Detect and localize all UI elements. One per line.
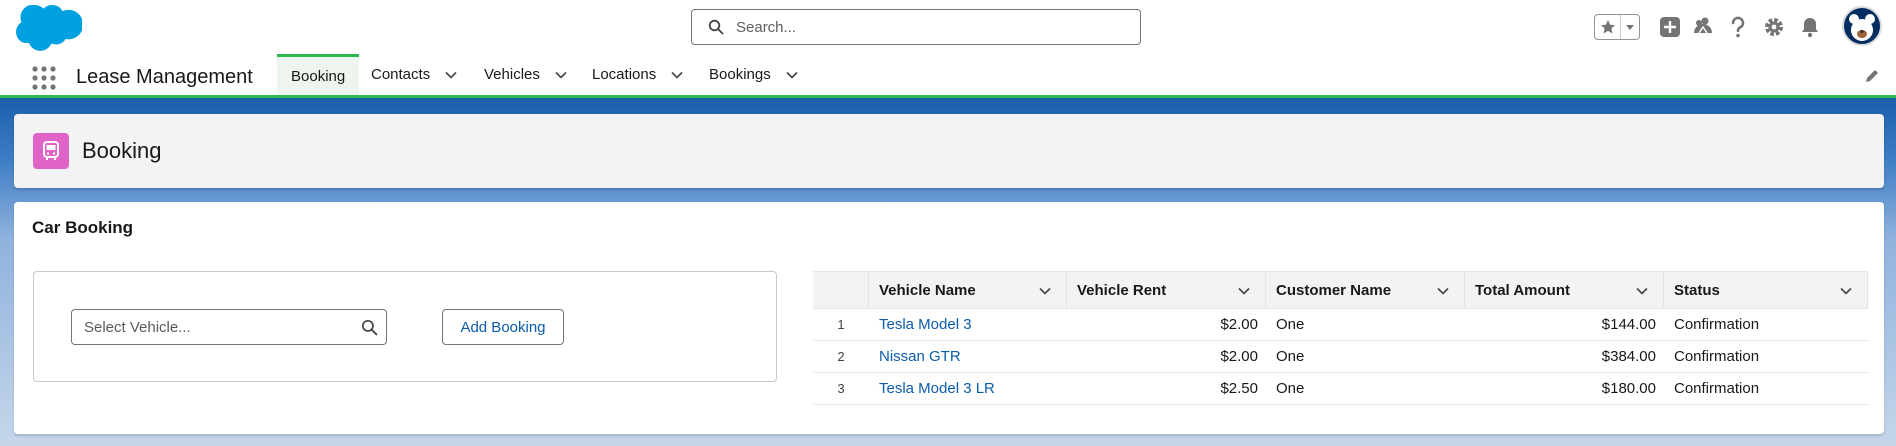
global-header: Search... bbox=[0, 0, 1896, 54]
vehicle-placeholder: Select Vehicle... bbox=[84, 318, 191, 336]
global-search[interactable]: Search... bbox=[691, 9, 1141, 45]
chevron-down-icon[interactable] bbox=[1839, 284, 1853, 298]
avatar[interactable] bbox=[1842, 6, 1882, 46]
tab-booking[interactable]: Booking bbox=[277, 54, 360, 95]
chevron-down-icon[interactable] bbox=[1038, 284, 1052, 298]
total-amount-cell: $180.00 bbox=[1601, 380, 1656, 397]
tab-bookings[interactable]: Bookings bbox=[709, 54, 799, 95]
column-vehicle-rent[interactable]: Vehicle Rent bbox=[1067, 272, 1266, 308]
row-number: 3 bbox=[837, 381, 845, 396]
tab-contacts[interactable]: Contacts bbox=[371, 54, 458, 95]
help-icon[interactable] bbox=[1726, 15, 1750, 39]
tab-vehicles[interactable]: Vehicles bbox=[484, 54, 568, 95]
favorites-button[interactable] bbox=[1594, 14, 1640, 40]
column-label: Customer Name bbox=[1276, 281, 1392, 299]
total-amount-cell: $384.00 bbox=[1601, 348, 1656, 365]
tab-label: Booking bbox=[291, 67, 346, 85]
card-title: Car Booking bbox=[32, 218, 134, 237]
total-amount-cell: $144.00 bbox=[1601, 316, 1656, 333]
column-status[interactable]: Status bbox=[1664, 272, 1868, 308]
vehicle-name-link[interactable]: Tesla Model 3 bbox=[879, 316, 972, 333]
status-cell: Confirmation bbox=[1674, 380, 1760, 397]
chevron-down-icon[interactable] bbox=[1621, 23, 1639, 31]
setup-gear-icon[interactable] bbox=[1762, 15, 1786, 39]
table-header: Vehicle Name Vehicle Rent Customer Name … bbox=[813, 271, 1868, 309]
page-title: Booking bbox=[82, 138, 162, 163]
chevron-down-icon[interactable] bbox=[554, 68, 568, 82]
column-label: Vehicle Rent bbox=[1077, 281, 1167, 299]
bus-icon bbox=[33, 133, 69, 169]
tab-label: Contacts bbox=[371, 66, 431, 83]
column-label: Status bbox=[1674, 281, 1720, 299]
column-label: Vehicle Name bbox=[879, 281, 976, 299]
customer-name-cell: One bbox=[1276, 316, 1305, 333]
column-customer-name[interactable]: Customer Name bbox=[1266, 272, 1465, 308]
select-vehicle-input[interactable]: Select Vehicle... bbox=[71, 309, 387, 345]
column-label: Total Amount bbox=[1475, 281, 1570, 299]
app-launcher-icon[interactable] bbox=[31, 65, 57, 91]
status-cell: Confirmation bbox=[1674, 316, 1760, 333]
chevron-down-icon[interactable] bbox=[444, 68, 458, 82]
car-booking-card: Car Booking Select Vehicle... Add Bookin… bbox=[14, 202, 1884, 434]
page-header: Booking bbox=[14, 114, 1884, 188]
row-number: 1 bbox=[837, 317, 845, 332]
bell-icon[interactable] bbox=[1798, 15, 1822, 39]
table-row: 1 Tesla Model 3 $2.00 One $144.00 Confir… bbox=[813, 309, 1868, 341]
vehicle-rent-cell: $2.00 bbox=[1220, 316, 1258, 333]
salesforce-logo[interactable] bbox=[16, 5, 82, 51]
column-total-amount[interactable]: Total Amount bbox=[1465, 272, 1664, 308]
chevron-down-icon[interactable] bbox=[670, 68, 684, 82]
tab-label: Locations bbox=[592, 66, 657, 83]
vehicle-rent-cell: $2.50 bbox=[1220, 380, 1258, 397]
chevron-down-icon[interactable] bbox=[1436, 284, 1450, 298]
chevron-down-icon[interactable] bbox=[785, 68, 799, 82]
chevron-down-icon[interactable] bbox=[1635, 284, 1649, 298]
status-cell: Confirmation bbox=[1674, 348, 1760, 365]
row-number: 2 bbox=[837, 349, 845, 364]
vehicle-name-link[interactable]: Tesla Model 3 LR bbox=[879, 380, 995, 397]
bookings-table: Vehicle Name Vehicle Rent Customer Name … bbox=[813, 271, 1868, 405]
search-placeholder: Search... bbox=[736, 18, 797, 36]
search-icon bbox=[708, 19, 724, 35]
customer-name-cell: One bbox=[1276, 348, 1305, 365]
booking-form: Select Vehicle... Add Booking bbox=[33, 271, 777, 382]
vehicle-rent-cell: $2.00 bbox=[1220, 348, 1258, 365]
tab-label: Vehicles bbox=[484, 66, 540, 83]
customer-name-cell: One bbox=[1276, 380, 1305, 397]
tab-label: Bookings bbox=[709, 66, 771, 83]
add-icon[interactable] bbox=[1658, 15, 1682, 39]
trailhead-icon[interactable] bbox=[1691, 15, 1715, 39]
app-name: Lease Management bbox=[76, 66, 253, 88]
table-row: 3 Tesla Model 3 LR $2.50 One $180.00 Con… bbox=[813, 373, 1868, 405]
vehicle-name-link[interactable]: Nissan GTR bbox=[879, 348, 961, 365]
row-number-header bbox=[813, 272, 869, 308]
star-icon[interactable] bbox=[1595, 15, 1621, 39]
edit-nav-icon[interactable] bbox=[1864, 68, 1880, 84]
search-icon bbox=[361, 319, 378, 335]
column-vehicle-name[interactable]: Vehicle Name bbox=[869, 272, 1067, 308]
table-row: 2 Nissan GTR $2.00 One $384.00 Confirmat… bbox=[813, 341, 1868, 373]
app-nav-bar: Lease Management Booking Contacts Vehicl… bbox=[0, 54, 1896, 98]
chevron-down-icon[interactable] bbox=[1237, 284, 1251, 298]
tab-locations[interactable]: Locations bbox=[592, 54, 684, 95]
add-booking-button[interactable]: Add Booking bbox=[442, 309, 564, 345]
